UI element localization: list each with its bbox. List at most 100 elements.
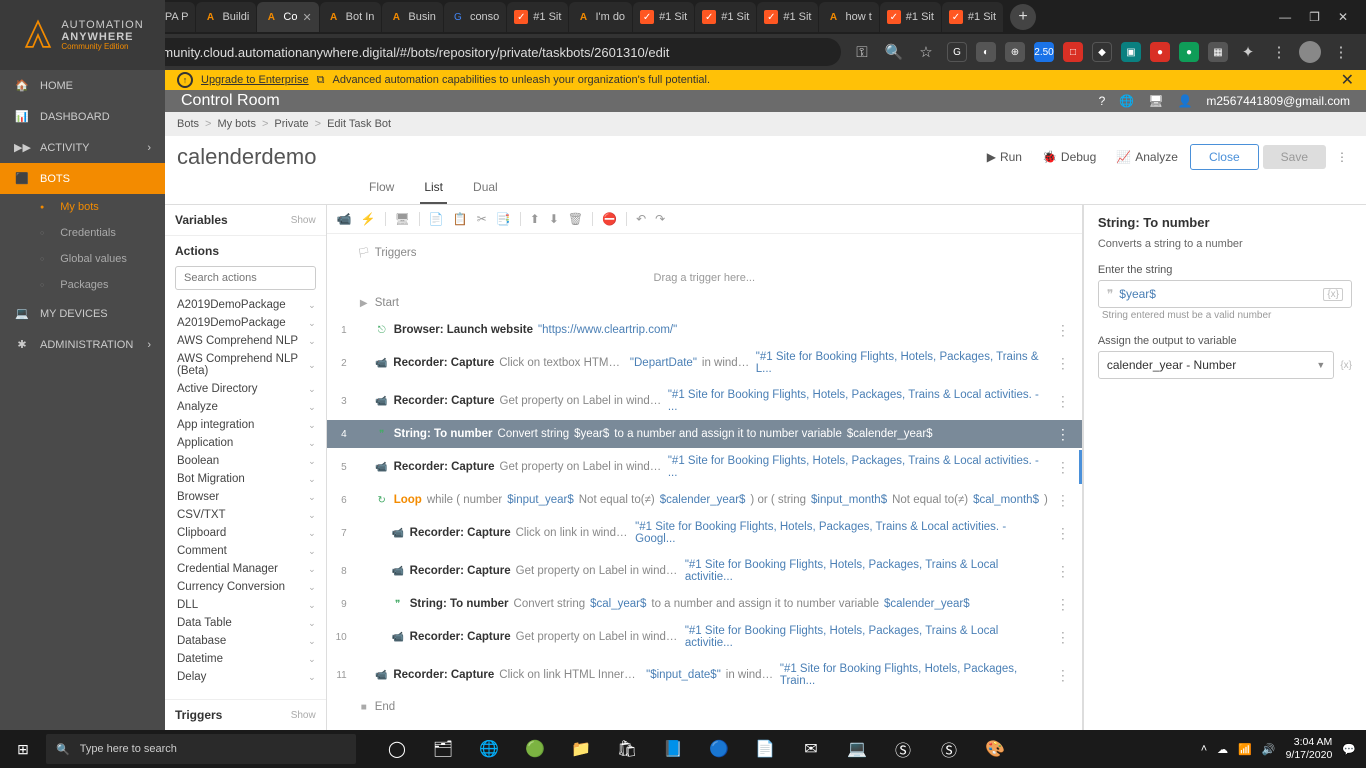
ext-10[interactable]: ▦ bbox=[1208, 42, 1228, 62]
ext-puzzle-icon[interactable]: ✦ bbox=[1237, 43, 1259, 61]
app-icon-2[interactable]: 🔵 bbox=[696, 730, 742, 768]
user-icon[interactable]: 👤 bbox=[1177, 94, 1192, 108]
device-icon[interactable]: 🖥 bbox=[1148, 94, 1163, 108]
tab-close-icon[interactable]: ✕ bbox=[302, 11, 311, 24]
star-icon[interactable]: ☆ bbox=[915, 43, 937, 61]
ext-7[interactable]: ▣ bbox=[1121, 42, 1141, 62]
triggers-show[interactable]: Show bbox=[291, 710, 316, 721]
paint-icon[interactable]: 🎨 bbox=[972, 730, 1018, 768]
action-item[interactable]: AWS Comprehend NLP (Beta)⌄ bbox=[175, 350, 322, 380]
redo-icon[interactable]: ↷ bbox=[655, 212, 665, 226]
action-item[interactable]: Datetime⌄ bbox=[175, 650, 322, 668]
action-item[interactable]: Currency Conversion⌄ bbox=[175, 578, 322, 596]
browser-tab[interactable]: ACo✕ bbox=[257, 2, 318, 32]
step-more-icon[interactable]: ⋮ bbox=[1050, 596, 1076, 613]
variables-show[interactable]: Show bbox=[291, 215, 316, 226]
browser-tab[interactable]: ✓#1 Sit bbox=[757, 2, 818, 32]
analyze-button[interactable]: 📈 Analyze bbox=[1108, 145, 1186, 169]
tab-flow[interactable]: Flow bbox=[365, 174, 398, 204]
crumb[interactable]: Bots bbox=[177, 118, 199, 130]
search-icon[interactable]: 🔍 bbox=[883, 43, 905, 61]
browser-tab[interactable]: ✓#1 Sit bbox=[633, 2, 694, 32]
browser-tab[interactable]: ✓#1 Sit bbox=[507, 2, 568, 32]
globe-icon[interactable]: 🌐 bbox=[1119, 94, 1134, 108]
assign-select[interactable]: calender_year - Number ▼ bbox=[1098, 351, 1335, 379]
action-item[interactable]: Application⌄ bbox=[175, 434, 322, 452]
action-item[interactable]: A2019DemoPackage⌄ bbox=[175, 296, 322, 314]
subnav-global-values[interactable]: Global values bbox=[30, 246, 165, 272]
tab-dual[interactable]: Dual bbox=[469, 174, 502, 204]
browser-tab[interactable]: ABusin bbox=[382, 2, 443, 32]
start-button[interactable]: ⊞ bbox=[0, 730, 46, 768]
explorer-icon[interactable]: 📁 bbox=[558, 730, 604, 768]
device-icon2[interactable]: 🖥 bbox=[395, 212, 410, 226]
action-item[interactable]: Active Directory⌄ bbox=[175, 380, 322, 398]
close-window[interactable]: ✕ bbox=[1338, 10, 1348, 24]
step-row[interactable]: 3📹Recorder: CaptureGet property on Label… bbox=[327, 382, 1082, 420]
step-row[interactable]: ■End bbox=[327, 694, 1082, 720]
skype2-icon[interactable]: Ⓢ bbox=[926, 730, 972, 768]
browser-tab[interactable]: ABot In bbox=[320, 2, 382, 32]
action-item[interactable]: Data Table⌄ bbox=[175, 614, 322, 632]
search-actions-input[interactable] bbox=[175, 266, 316, 290]
run-button[interactable]: ▶ Run bbox=[979, 145, 1030, 169]
tray-volume-icon[interactable]: 🔊 bbox=[1262, 743, 1276, 756]
clock[interactable]: 3:04 AM 9/17/2020 bbox=[1286, 736, 1333, 761]
ext-6[interactable]: ◆ bbox=[1092, 42, 1112, 62]
undo-icon[interactable]: ↶ bbox=[636, 212, 646, 226]
flow-icon[interactable]: ⚡ bbox=[361, 212, 376, 226]
crumb[interactable]: Private bbox=[274, 118, 308, 130]
step-more-icon[interactable]: ⋮ bbox=[1050, 426, 1076, 443]
action-item[interactable]: AWS Comprehend NLP⌄ bbox=[175, 332, 322, 350]
step-row[interactable]: 9❞String: To numberConvert string $cal_y… bbox=[327, 590, 1082, 618]
record-icon[interactable]: 📹 bbox=[337, 212, 352, 226]
action-item[interactable]: Clipboard⌄ bbox=[175, 524, 322, 542]
up-icon[interactable]: ⬆ bbox=[530, 212, 540, 226]
upgrade-link[interactable]: Upgrade to Enterprise bbox=[201, 74, 309, 86]
taskmulti-icon[interactable]: 🗂 bbox=[420, 730, 466, 768]
action-item[interactable]: Browser⌄ bbox=[175, 488, 322, 506]
action-item[interactable]: App integration⌄ bbox=[175, 416, 322, 434]
action-item[interactable]: Credential Manager⌄ bbox=[175, 560, 322, 578]
action-item[interactable]: Bot Migration⌄ bbox=[175, 470, 322, 488]
profile-avatar[interactable] bbox=[1299, 41, 1321, 63]
step-more-icon[interactable]: ⋮ bbox=[1050, 563, 1076, 580]
step-more-icon[interactable]: ⋮ bbox=[1050, 355, 1076, 372]
browser-tab[interactable]: AI'm do bbox=[569, 2, 632, 32]
maximize-window[interactable]: ❐ bbox=[1309, 10, 1320, 24]
tray-cloud-icon[interactable]: ☁ bbox=[1217, 743, 1228, 756]
save-button[interactable]: Save bbox=[1263, 145, 1326, 169]
variables-header[interactable]: VariablesShow bbox=[165, 205, 326, 235]
step-row[interactable]: 1⎋Browser: Launch website"https://www.cl… bbox=[327, 316, 1082, 344]
action-item[interactable]: DLL⌄ bbox=[175, 596, 322, 614]
ext-8[interactable]: ● bbox=[1150, 42, 1170, 62]
crumb[interactable]: My bots bbox=[217, 118, 256, 130]
browser-tab[interactable]: Gconso bbox=[444, 2, 506, 32]
ext-badge[interactable]: 2.50 bbox=[1034, 42, 1054, 62]
ext-5[interactable]: □ bbox=[1063, 42, 1083, 62]
browser-tab[interactable]: ✓#1 Sit bbox=[880, 2, 941, 32]
delete-icon[interactable]: 🗑 bbox=[568, 212, 583, 226]
app-icon-1[interactable]: 📘 bbox=[650, 730, 696, 768]
taskview-icon[interactable]: ◯ bbox=[374, 730, 420, 768]
app-icon-3[interactable]: 💻 bbox=[834, 730, 880, 768]
tray-up-icon[interactable]: ˄ bbox=[1201, 743, 1207, 755]
step-row[interactable]: 🏳Triggers bbox=[327, 240, 1082, 266]
page-more-icon[interactable]: ⋮ bbox=[1330, 150, 1354, 164]
subnav-my-bots[interactable]: My bots bbox=[30, 194, 165, 220]
chrome-icon[interactable]: 🟢 bbox=[512, 730, 558, 768]
ext-9[interactable]: ● bbox=[1179, 42, 1199, 62]
nav-my-devices[interactable]: 💻MY DEVICES bbox=[0, 298, 165, 329]
ext-more-icon[interactable]: ⋮ bbox=[1268, 43, 1290, 61]
skype-icon[interactable]: Ⓢ bbox=[880, 730, 926, 768]
step-more-icon[interactable]: ⋮ bbox=[1050, 459, 1076, 476]
step-row[interactable]: 7📹Recorder: CaptureClick on link in wind… bbox=[327, 514, 1082, 552]
triggers-header[interactable]: TriggersShow bbox=[165, 699, 326, 730]
tab-list[interactable]: List bbox=[420, 174, 447, 204]
browser-tab[interactable]: ✓#1 Sit bbox=[942, 2, 1003, 32]
action-item[interactable]: CSV/TXT⌄ bbox=[175, 506, 322, 524]
browser-menu-icon[interactable]: ⋮ bbox=[1330, 43, 1352, 61]
action-item[interactable]: Comment⌄ bbox=[175, 542, 322, 560]
ext-2[interactable]: ◐ bbox=[976, 42, 996, 62]
browser-tab[interactable]: ABuildi bbox=[196, 2, 256, 32]
